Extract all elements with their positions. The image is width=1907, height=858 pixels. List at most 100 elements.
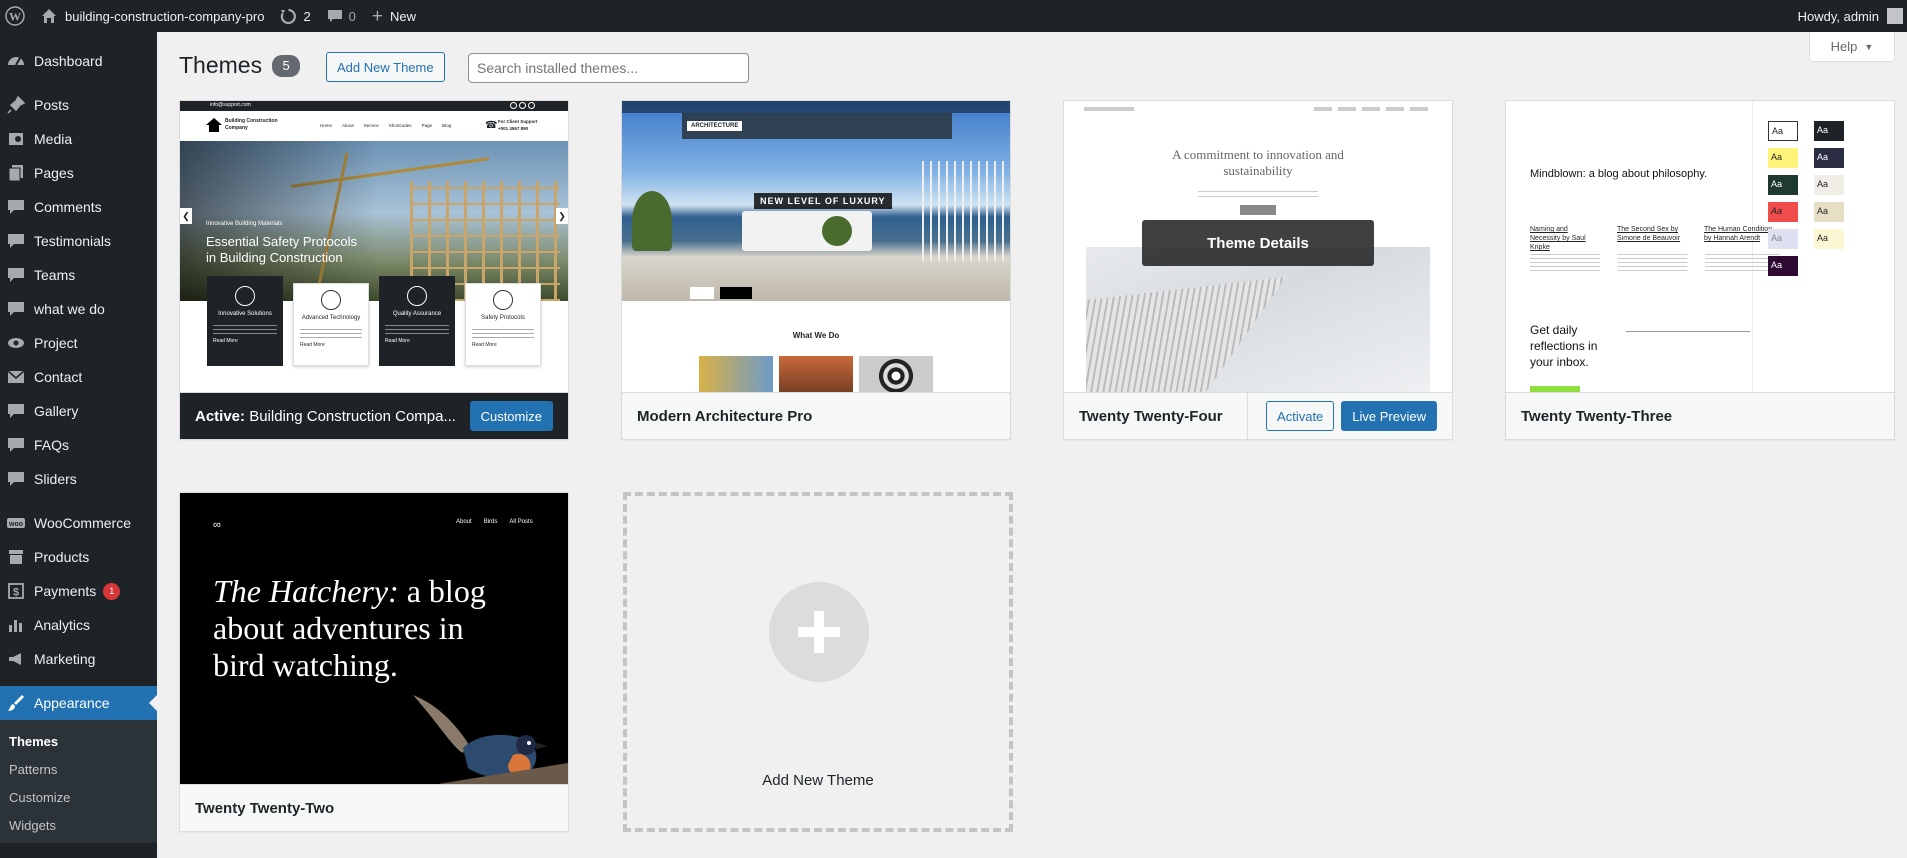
updates-count: 2: [303, 8, 311, 24]
post-title: The Second Sex by Simone de Beauvoir: [1617, 226, 1681, 243]
screenshot-nav: About Birds All Posts: [456, 519, 533, 525]
theme-card-bar: Active: Building Construction Compa... C…: [180, 392, 568, 439]
comment-icon: [6, 197, 26, 217]
menu-analytics[interactable]: Analytics: [0, 608, 157, 642]
comment-icon: [327, 8, 343, 24]
admin-sidebar: Dashboard Posts Media Pages Comments Tes…: [0, 32, 157, 858]
feature-box: Advanced Technology Read More: [293, 283, 369, 366]
slider-next-icon: ❯: [556, 208, 568, 224]
activate-button[interactable]: Activate: [1266, 401, 1335, 431]
screenshot-nav: Home About Service Shortcodes Page Blog: [320, 123, 452, 128]
menu-gallery[interactable]: Gallery: [0, 394, 157, 428]
plus-icon: [769, 582, 869, 682]
theme-screenshot: ARCHITECTURE NEW LEVEL OF LUXURY What We…: [622, 101, 1010, 392]
new-label: New: [390, 8, 417, 24]
add-new-theme-tile[interactable]: Add New Theme: [623, 492, 1013, 832]
site-name-link[interactable]: building-construction-company-pro: [33, 0, 272, 32]
menu-marketing[interactable]: Marketing: [0, 642, 157, 676]
menu-teams[interactable]: Teams: [0, 258, 157, 292]
menu-media[interactable]: Media: [0, 122, 157, 156]
theme-card-modern-architecture-pro[interactable]: ARCHITECTURE NEW LEVEL OF LUXURY What We…: [621, 100, 1011, 440]
menu-comments[interactable]: Comments: [0, 190, 157, 224]
submenu-customize[interactable]: Customize: [0, 783, 157, 811]
account-menu[interactable]: Howdy, admin: [1798, 0, 1907, 32]
menu-sliders[interactable]: Sliders: [0, 462, 157, 496]
menu-testimonials[interactable]: Testimonials: [0, 224, 157, 258]
project-icon: [6, 333, 26, 353]
add-new-theme-label: Add New Theme: [762, 772, 874, 789]
hero-headline: A commitment to innovation and sustainab…: [1172, 147, 1344, 179]
submenu-widgets[interactable]: Widgets: [0, 811, 157, 839]
faq-icon: [6, 435, 26, 455]
blog-headline: Mindblown: a blog about philosophy.: [1530, 168, 1708, 180]
section-heading: What We Do: [792, 331, 840, 340]
theme-details-overlay[interactable]: Theme Details: [1142, 220, 1374, 266]
pin-icon: [6, 95, 26, 115]
menu-posts[interactable]: Posts: [0, 88, 157, 122]
slider-prev-icon: ❮: [180, 208, 192, 224]
feature-box: Safety Protocols Read More: [465, 283, 541, 366]
comments-count: 0: [348, 8, 356, 24]
menu-payments[interactable]: $ Payments 1: [0, 574, 157, 608]
menu-project[interactable]: Project: [0, 326, 157, 360]
megaphone-icon: [6, 649, 26, 669]
newsletter-cta: Get daily reflections in your inbox.: [1530, 323, 1598, 370]
svg-text:woo: woo: [8, 521, 23, 528]
hatchery-headline: The Hatchery: a blog about adventures in…: [213, 573, 486, 683]
theme-name: Twenty Twenty-Two: [195, 799, 335, 817]
menu-dashboard[interactable]: Dashboard: [0, 44, 157, 78]
greeting: Howdy, admin: [1797, 8, 1879, 24]
menu-pages[interactable]: Pages: [0, 156, 157, 190]
theme-card-bar: Twenty Twenty-Two: [180, 784, 568, 831]
new-content-link[interactable]: + New: [364, 0, 424, 32]
theme-name: Twenty Twenty-Three: [1521, 407, 1673, 425]
theme-screenshot: Mindblown: a blog about philosophy. Nami…: [1506, 101, 1894, 392]
slider-icon: [6, 469, 26, 489]
social-icons: [510, 102, 535, 109]
menu-what-we-do[interactable]: what we do: [0, 292, 157, 326]
updates-icon: [280, 8, 297, 25]
theme-screenshot: A commitment to innovation and sustainab…: [1064, 101, 1452, 392]
bubble-icon: [6, 299, 26, 319]
project-thumb: [699, 356, 773, 392]
theme-card-twenty-twenty-two[interactable]: ∞ About Birds All Posts The Hatchery: a bl…: [179, 492, 569, 832]
svg-text:$: $: [13, 587, 19, 599]
theme-card-building-construction[interactable]: info@support.com Building Construction C…: [179, 100, 569, 440]
comments-link[interactable]: 0: [319, 0, 364, 32]
architecture-logo: ARCHITECTURE: [687, 121, 743, 131]
help-tab-button[interactable]: Help ▼: [1809, 32, 1895, 62]
logo-icon: ∞: [213, 519, 221, 531]
wordpress-logo-icon[interactable]: W: [0, 0, 33, 32]
submenu-patterns[interactable]: Patterns: [0, 755, 157, 783]
updates-link[interactable]: 2: [272, 0, 318, 32]
theme-name: Twenty Twenty-Four: [1079, 407, 1223, 425]
feature-box: Quality Assurance Read More: [379, 276, 455, 366]
menu-products[interactable]: Products: [0, 540, 157, 574]
theme-count-badge: 5: [272, 54, 301, 77]
theme-card-twenty-twenty-three[interactable]: Mindblown: a blog about philosophy. Nami…: [1505, 100, 1895, 440]
feature-box: Innovative Solutions Read More: [207, 276, 283, 366]
hero-image: [1086, 247, 1430, 392]
shield-badge-icon: [407, 286, 427, 306]
brush-icon: [6, 693, 26, 713]
archive-icon: [6, 547, 26, 567]
theme-card-twenty-twenty-four[interactable]: A commitment to innovation and sustainab…: [1063, 100, 1453, 440]
add-new-theme-button[interactable]: Add New Theme: [326, 52, 445, 82]
svg-text:W: W: [9, 10, 21, 24]
admin-bar: W building-construction-company-pro 2 0 …: [0, 0, 1907, 32]
testimonial-icon: [6, 231, 26, 251]
menu-woocommerce[interactable]: woo WooCommerce: [0, 506, 157, 540]
menu-appearance[interactable]: Appearance: [0, 686, 157, 720]
search-themes-input[interactable]: [468, 53, 749, 83]
live-preview-button[interactable]: Live Preview: [1341, 401, 1437, 431]
customize-button[interactable]: Customize: [469, 401, 553, 431]
style-variations-panel: Aa Aa Aa Aa Aa Aa Aa Aa Aa Aa Aa: [1760, 121, 1890, 276]
menu-contact[interactable]: Contact: [0, 360, 157, 394]
home-icon: [41, 8, 57, 24]
dashboard-icon: [6, 51, 26, 71]
submenu-themes[interactable]: Themes: [0, 727, 157, 755]
post-title: Naming and Necessity by Saul Kripke: [1530, 226, 1586, 252]
project-thumb: [779, 356, 853, 392]
menu-faqs[interactable]: FAQs: [0, 428, 157, 462]
project-thumb: [859, 356, 933, 392]
